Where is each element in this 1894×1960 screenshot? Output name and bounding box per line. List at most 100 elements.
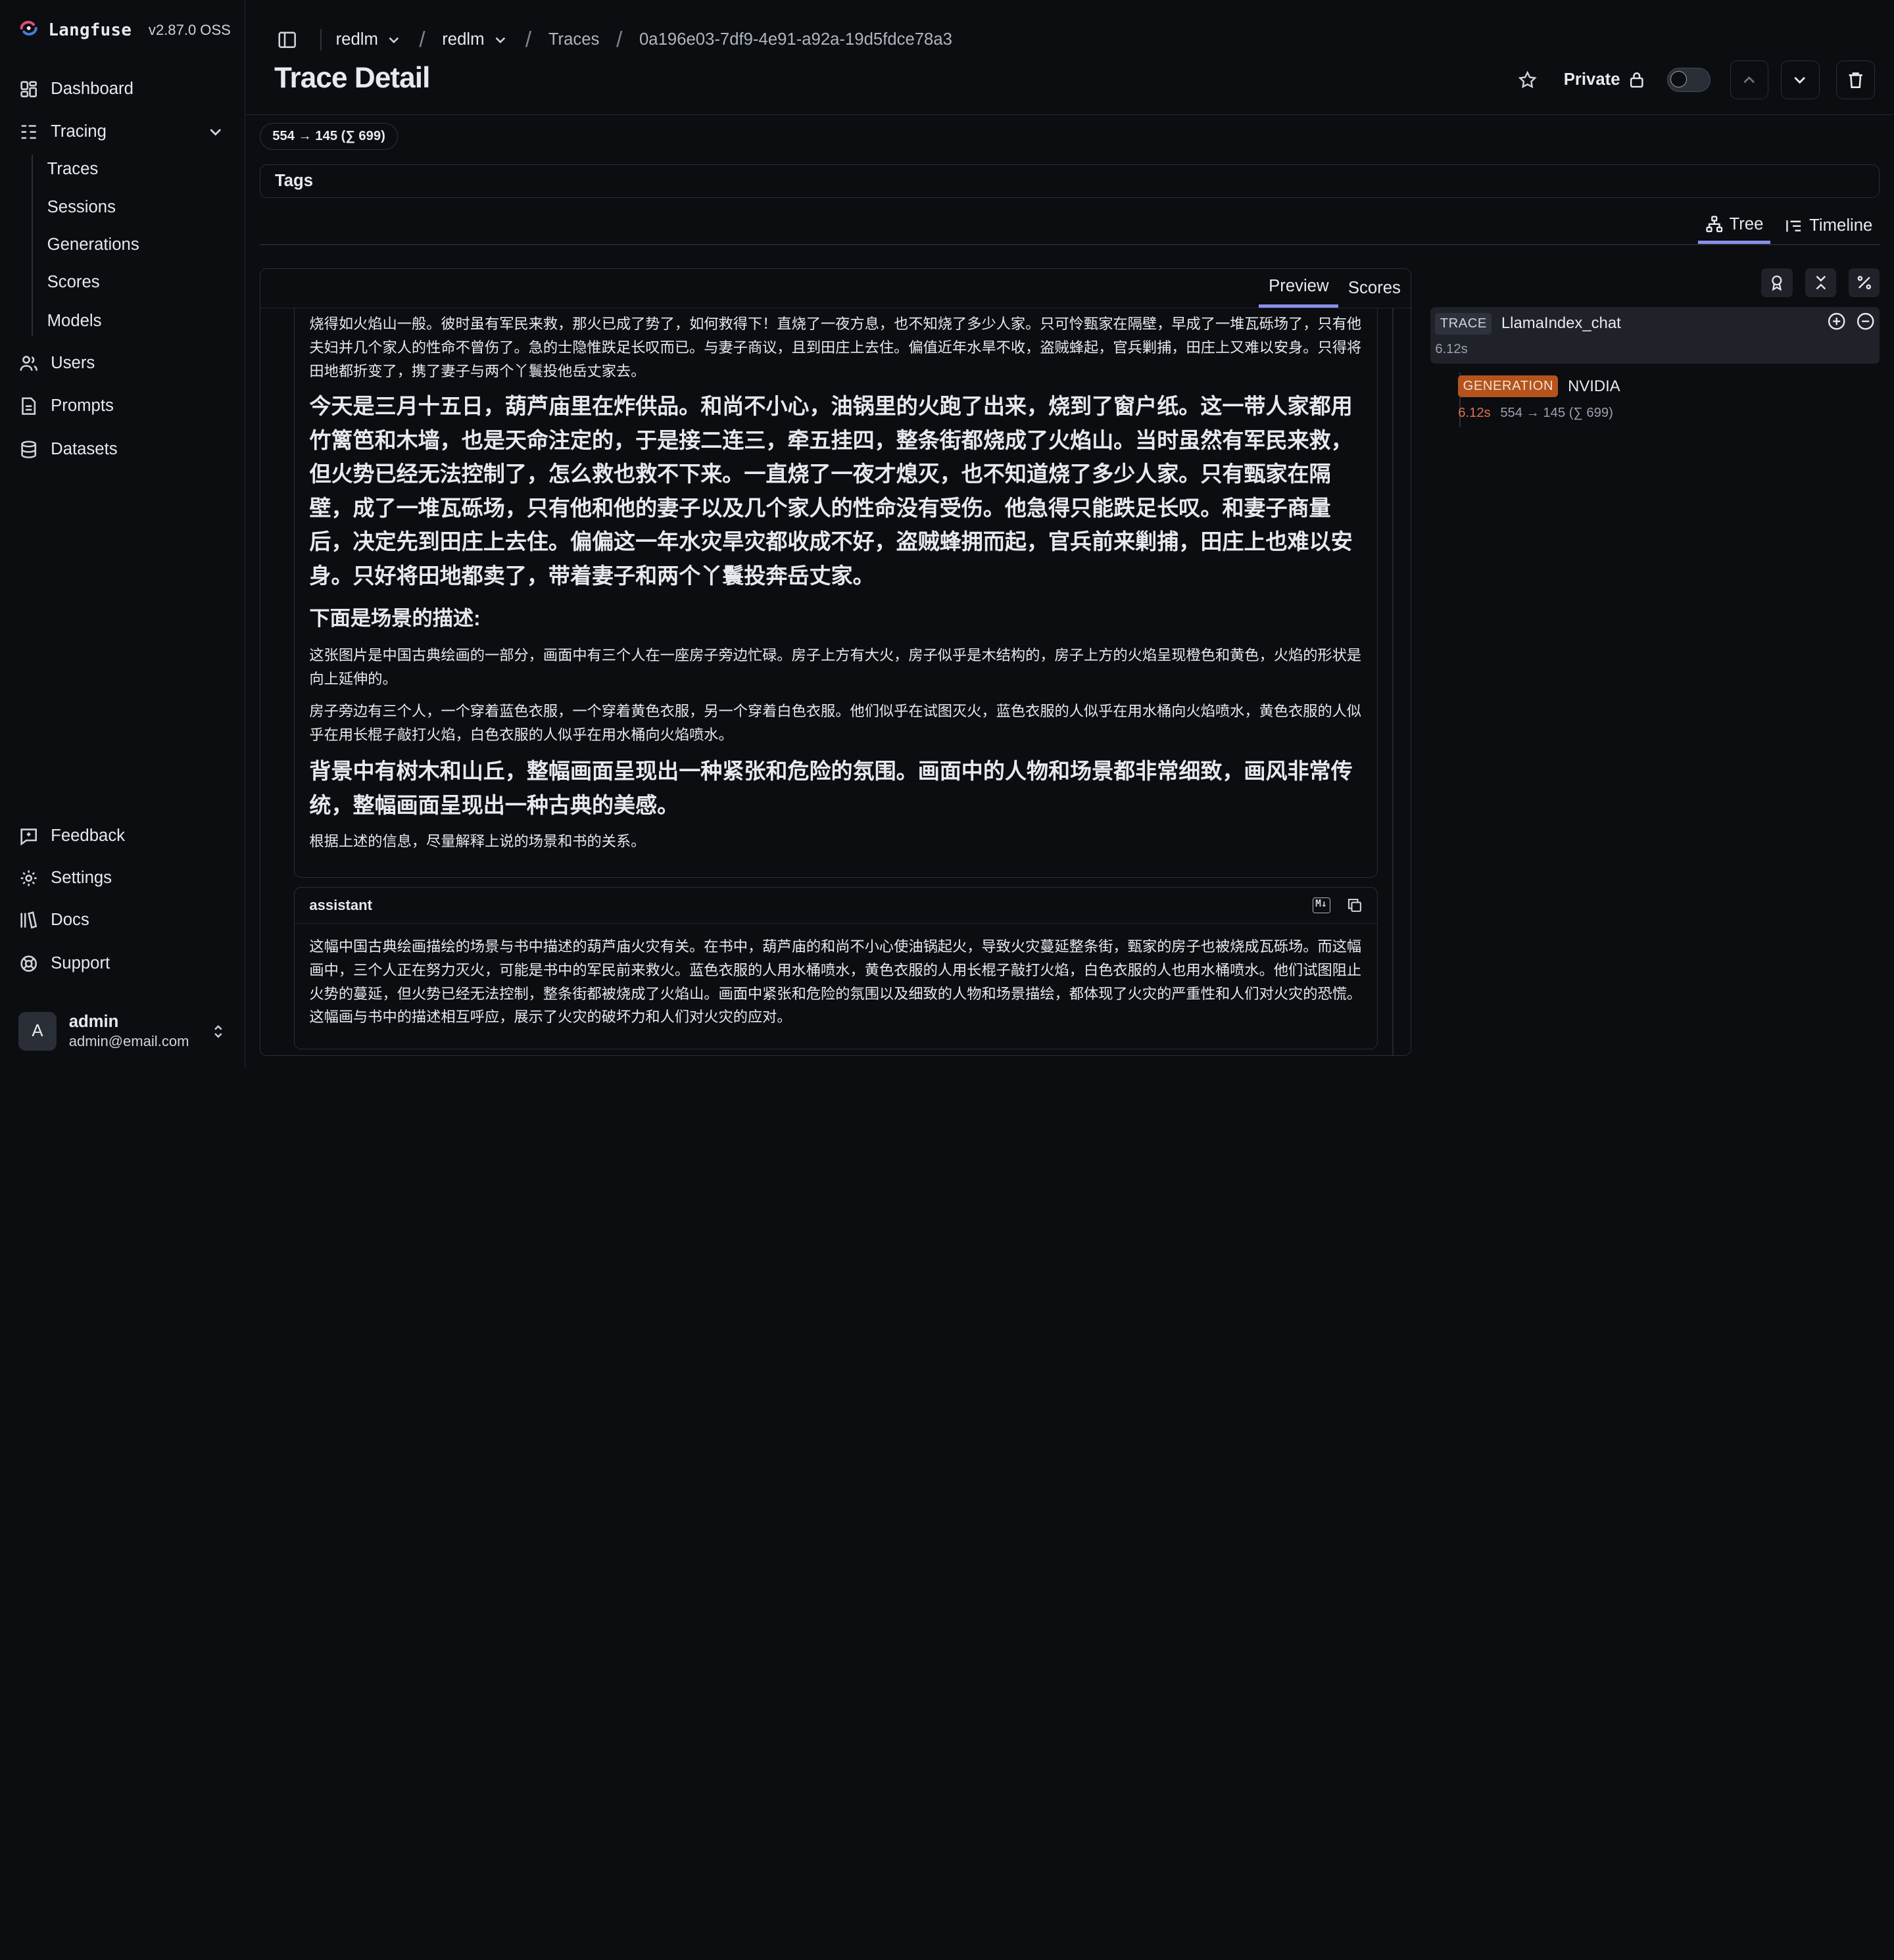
public-toggle[interactable] [1667, 67, 1711, 92]
tree-icon [1706, 216, 1722, 233]
delete-trace-button[interactable] [1836, 60, 1876, 99]
generation-name: NVIDIA [1568, 377, 1620, 395]
assistant-message-header: assistant M↓ [295, 888, 1378, 924]
lock-icon [1630, 72, 1643, 88]
sidebar-item-label: Tracing [51, 122, 107, 141]
chevron-down-icon [495, 37, 505, 43]
next-trace-button[interactable] [1780, 60, 1820, 99]
generation-type-badge: GENERATION [1458, 375, 1559, 398]
brand-name: Langfuse [48, 20, 132, 41]
sidebar-item-label: Feedback [51, 826, 126, 845]
breadcrumb-traces[interactable]: Traces [548, 30, 600, 49]
breadcrumb-divider [320, 29, 322, 51]
sidebar-item-label: Prompts [51, 396, 114, 415]
breadcrumb-separator: / [419, 27, 425, 52]
users-icon [20, 356, 38, 371]
sidebar-item-support[interactable]: Support [19, 947, 225, 980]
generation-usage: 554 → 145 (∑ 699) [1500, 406, 1613, 421]
message-paragraph: 烧得如火焰山一般。彼时虽有军民来救，那火已成了势了，如何救得下！直烧了一夜方息，… [309, 315, 1362, 379]
sidebar-subitem-sessions[interactable]: Sessions [47, 193, 116, 222]
sidebar-item-feedback[interactable]: Feedback [19, 819, 225, 852]
tab-tree[interactable]: Tree [1697, 208, 1771, 245]
sidebar-item-label: Users [51, 354, 95, 373]
prompts-icon [22, 396, 36, 415]
toggle-knob [1670, 70, 1688, 88]
dashboard-icon [20, 81, 37, 98]
tab-label: Timeline [1809, 216, 1873, 235]
user-menu[interactable]: A admin admin@email.com [18, 1007, 227, 1055]
tree-node-trace[interactable]: TRACE LlamaIndex_chat 6.12s [1430, 306, 1880, 364]
tab-scores[interactable]: Scores [1338, 269, 1410, 308]
bookmark-button[interactable] [1508, 60, 1547, 99]
sidebar-item-tracing[interactable]: Tracing [19, 115, 225, 149]
tree-node-generation[interactable]: GENERATION NVIDIA 6.12s 554 → 145 (∑ 699… [1453, 370, 1880, 427]
sidebar-item-label: Dashboard [51, 80, 134, 99]
avatar: A [18, 1012, 57, 1051]
trash-icon [1849, 72, 1862, 88]
private-label: Private [1564, 70, 1645, 89]
breadcrumb-label: redlm [335, 30, 378, 49]
datasets-icon [21, 441, 37, 458]
previous-trace-button[interactable] [1730, 60, 1769, 99]
tree-node-header: GENERATION NVIDIA [1458, 375, 1620, 398]
show-scores-button[interactable] [1761, 268, 1793, 297]
user-info: admin admin@email.com [69, 1013, 189, 1050]
markdown-toggle-icon[interactable]: M↓ [1312, 897, 1330, 914]
breadcrumb-project[interactable]: redlm [442, 30, 508, 49]
message-heading: 下面是场景的描述: [309, 606, 481, 630]
message-paragraph: 背景中有树木和山丘，整幅画面呈现出一种紧张和危险的氛围。画面中的人物和场景都非常… [309, 759, 1353, 818]
brand[interactable]: Langfuse v2.87.0 OSS [19, 19, 231, 41]
generation-meta: 6.12s 554 → 145 (∑ 699) [1458, 406, 1613, 421]
sidebar-item-datasets[interactable]: Datasets [19, 433, 225, 466]
chevron-down-icon [210, 128, 222, 135]
sidebar-item-docs[interactable]: Docs [19, 903, 225, 937]
assistant-message-text: 这幅中国古典绘画描绘的场景与书中描述的葫芦庙火灾有关。在书中，葫芦庙的和尚不小心… [309, 938, 1362, 1026]
page-title: Trace Detail [274, 61, 430, 94]
sidebar-subitem-scores[interactable]: Scores [47, 268, 100, 297]
sidebar-toggle-button[interactable] [274, 26, 301, 53]
brand-version: v2.87.0 OSS [148, 22, 231, 39]
chevron-up-icon [1743, 76, 1755, 83]
user-message: 烧得如火焰山一般。彼时虽有军民来救，那火已成了势了，如何救得下！直烧了一夜方息，… [294, 308, 1378, 878]
expand-plus-icon[interactable] [1827, 312, 1846, 331]
message-paragraph: 根据上述的信息，尽量解释上说的场景和书的关系。 [309, 833, 646, 850]
breadcrumb-separator: / [616, 27, 623, 52]
tree-toolbar [1761, 268, 1880, 297]
message-paragraph: 这张图片是中国古典绘画的一部分，画面中有三个人在一座房子旁边忙碌。房子上方有大火… [309, 647, 1362, 688]
sidebar-item-label: Support [51, 954, 110, 973]
assistant-message: assistant M↓ 这幅中国古典绘画描绘的场景与书中描述的葫芦庙火灾有关。… [294, 887, 1378, 1049]
langfuse-logo-icon [19, 19, 38, 41]
private-label-text: Private [1563, 70, 1620, 89]
show-percent-button[interactable] [1848, 268, 1880, 297]
copy-icon[interactable] [1347, 897, 1363, 913]
sidebar-subitem-traces[interactable]: Traces [47, 155, 99, 183]
trace-latency: 6.12s [1435, 341, 1468, 356]
message-role: assistant [309, 897, 372, 914]
breadcrumb-organization[interactable]: redlm [336, 30, 402, 49]
main-content: redlm / redlm / Traces / 0a196e03-7df9-4… [245, 0, 1894, 1068]
settings-icon [21, 870, 37, 886]
sidebar-item-label: Settings [51, 868, 112, 887]
message-paragraph: 今天是三月十五日，葫芦庙里在炸供品。和尚不小心，油锅里的火跑了出来，烧到了窗户纸… [309, 394, 1353, 588]
sidebar-subitem-generations[interactable]: Generations [47, 231, 139, 260]
timeline-icon [1786, 220, 1801, 232]
breadcrumb-trace-id: 0a196e03-7df9-4e91-a92a-19d5fdce78a3 [639, 30, 952, 49]
chevrons-up-down-icon [214, 1025, 222, 1038]
sidebar-item-users[interactable]: Users [19, 347, 225, 380]
sidebar-subitem-models[interactable]: Models [47, 307, 102, 336]
tree-node-header: TRACE LlamaIndex_chat [1435, 312, 1621, 335]
tabs-divider [259, 244, 1880, 245]
tab-timeline[interactable]: Timeline [1778, 208, 1880, 244]
tab-preview[interactable]: Preview [1259, 269, 1339, 308]
sidebar-item-settings[interactable]: Settings [19, 861, 225, 895]
collapse-all-button[interactable] [1805, 268, 1837, 297]
award-icon [1772, 275, 1782, 291]
view-tabs: Tree Timeline [1697, 208, 1880, 245]
tags-field[interactable]: Tags [259, 164, 1880, 199]
trace-name: LlamaIndex_chat [1501, 314, 1621, 333]
sidebar-item-prompts[interactable]: Prompts [19, 389, 225, 423]
chevron-down-icon [1794, 76, 1806, 84]
sidebar-item-dashboard[interactable]: Dashboard [19, 72, 225, 106]
feedback-icon [20, 828, 37, 846]
collapse-minus-icon[interactable] [1856, 312, 1875, 331]
